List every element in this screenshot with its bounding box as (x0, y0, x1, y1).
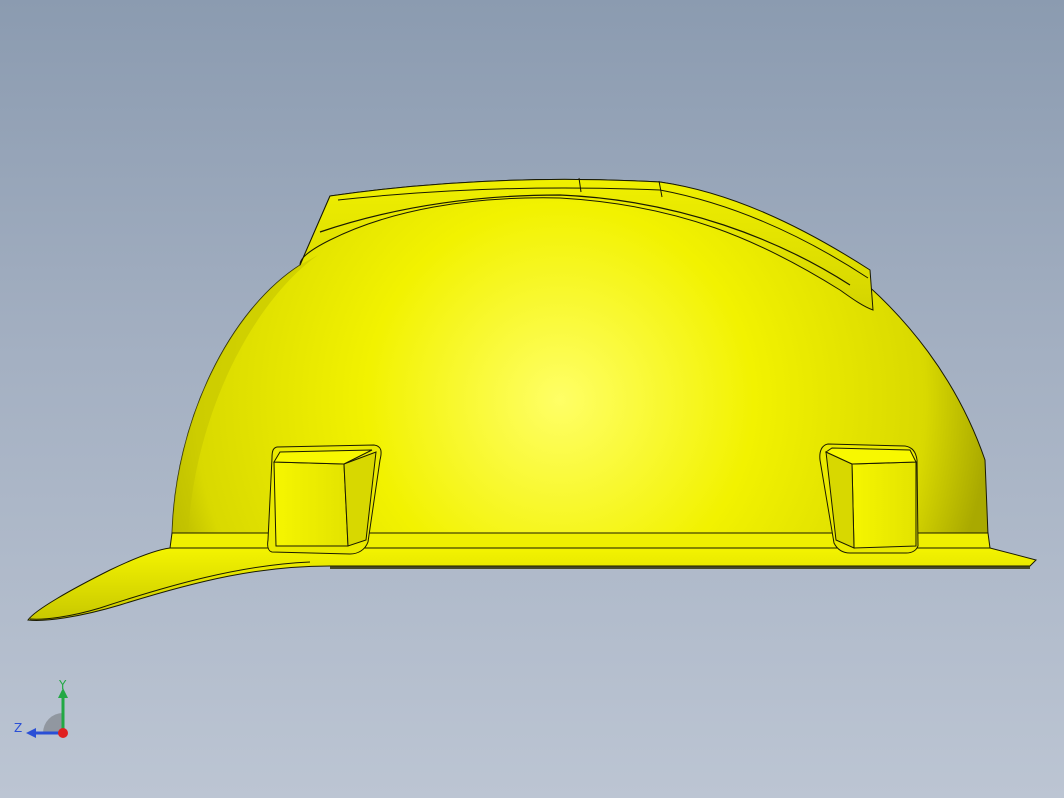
z-axis-label: Z (14, 721, 23, 735)
accessory-slot-front (267, 444, 382, 555)
view-orientation-triad[interactable]: Y Z (10, 676, 80, 746)
hard-hat-model[interactable] (0, 0, 1064, 798)
x-axis-origin (58, 728, 68, 738)
y-axis-label: Y (59, 678, 67, 692)
accessory-slot-rear (819, 443, 919, 554)
triad-graphic (26, 688, 68, 738)
graphics-viewport[interactable]: Y Z (0, 0, 1064, 798)
z-axis-arrowhead (26, 728, 36, 738)
helmet-brim-underside (330, 566, 1030, 569)
